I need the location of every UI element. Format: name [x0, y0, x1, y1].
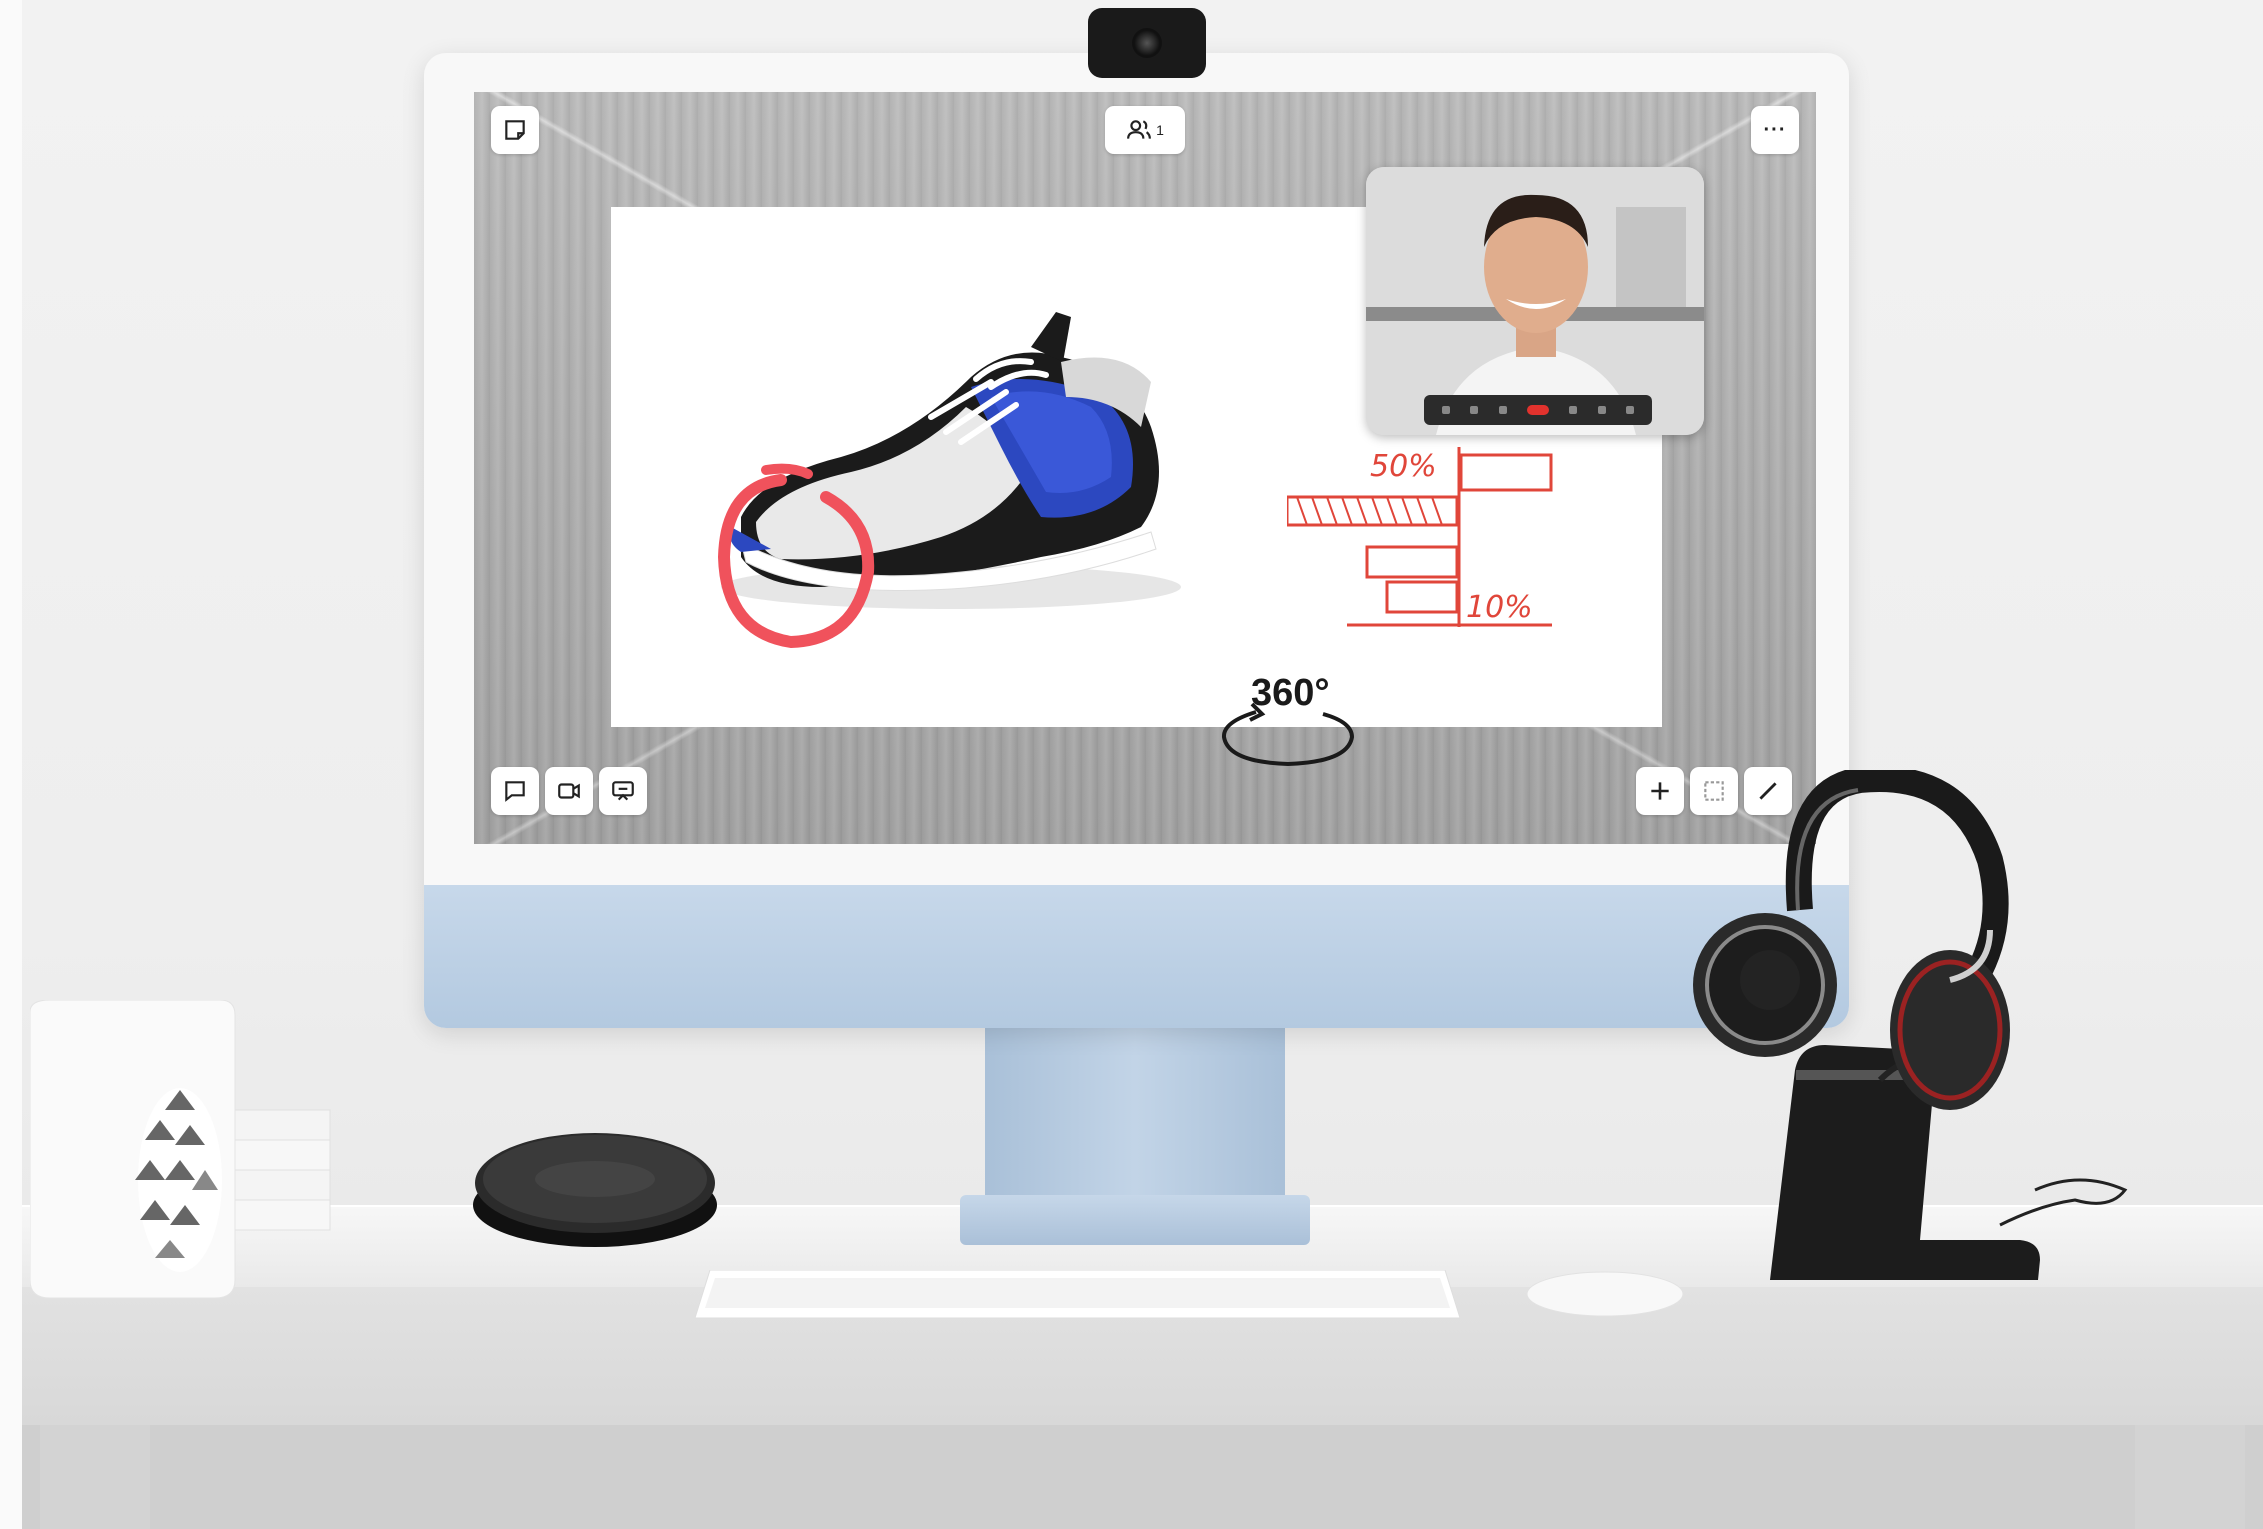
chat-icon [505, 781, 525, 802]
floor [22, 1425, 2263, 1529]
circle-annotation [717, 463, 875, 649]
monitor-stand [985, 1025, 1285, 1210]
participants-button[interactable]: 1 [1105, 106, 1185, 154]
grid-icon[interactable] [1442, 406, 1451, 414]
chart-label-50: 50% [1370, 449, 1437, 484]
volume-icon[interactable] [1498, 406, 1507, 414]
share-icon[interactable] [1597, 406, 1606, 414]
desk-scene: 360° 50% 10% 1 ··· [0, 0, 2263, 1529]
more-icon: ··· [1763, 119, 1787, 141]
speakerphone [473, 1133, 717, 1247]
sticky-note-button[interactable] [491, 106, 539, 154]
pen-button[interactable] [1744, 767, 1792, 815]
video-call-window[interactable] [1366, 167, 1704, 435]
mug [30, 1000, 331, 1299]
select-frame-button[interactable] [1690, 767, 1738, 815]
sticky-note-icon [505, 120, 525, 140]
keyboard [695, 1270, 1460, 1319]
video-camera-icon [558, 783, 580, 799]
chat-button[interactable] [491, 767, 539, 815]
screen-share-button[interactable] [599, 767, 647, 815]
more-menu-button[interactable]: ··· [1751, 106, 1799, 154]
call-controls[interactable] [1424, 395, 1652, 425]
plus-icon [1651, 782, 1669, 800]
add-button[interactable] [1636, 767, 1684, 815]
chart-label-10: 10% [1466, 590, 1533, 625]
camera-icon[interactable] [1569, 406, 1578, 414]
desk-leg-left [40, 1425, 150, 1529]
pen-icon [1759, 782, 1777, 800]
monitor-stand-foot [960, 1195, 1310, 1245]
participants-icon [1127, 120, 1152, 139]
webcam [1088, 8, 1206, 78]
select-frame-icon [1704, 781, 1724, 801]
participants-count: 1 [1156, 122, 1164, 138]
rotate-360-label: 360° [1251, 672, 1330, 714]
video-button[interactable] [545, 767, 593, 815]
desk-leg-right [2135, 1425, 2245, 1529]
screen-share-icon [612, 781, 634, 801]
mic-icon[interactable] [1470, 406, 1479, 414]
hang-up-icon[interactable] [1526, 405, 1549, 415]
whiteboard-app-screen[interactable]: 360° 50% 10% 1 ··· [474, 92, 1816, 844]
headset [1693, 770, 2128, 1280]
more-icon[interactable] [1625, 406, 1634, 414]
left-edge [0, 0, 22, 1529]
